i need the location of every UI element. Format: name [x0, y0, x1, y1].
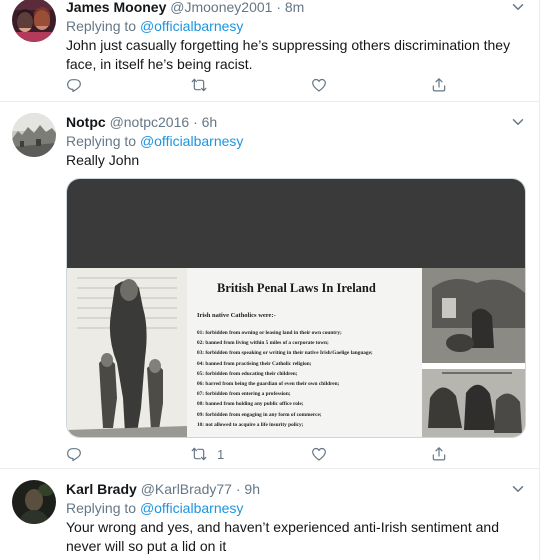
avatar[interactable]: [12, 0, 56, 42]
separator: ·: [235, 481, 241, 497]
chevron-down-icon[interactable]: [509, 113, 527, 131]
penal-laws-image: British Penal Laws In Ireland Irish nati…: [67, 268, 525, 437]
tweet-actions: 1: [66, 444, 456, 464]
list-item: 09: forbidden from engaging in any form …: [197, 411, 322, 418]
tweet-text: Really John: [66, 152, 140, 168]
reply-icon: [66, 446, 82, 462]
timestamp[interactable]: 6h: [202, 114, 218, 130]
list-item: 04: banned from practising their Catholi…: [197, 360, 312, 367]
replying-to-label: Replying to: [66, 18, 137, 34]
mention-link[interactable]: @officialbarnesy: [140, 18, 243, 34]
tweet[interactable]: Notpc @notpc2016 · 6h Replying to @offic…: [0, 102, 539, 469]
user-handle[interactable]: @Jmooney2001: [170, 0, 272, 15]
display-name[interactable]: Karl Brady: [66, 481, 137, 497]
separator: ·: [276, 0, 281, 15]
like-button[interactable]: [311, 75, 327, 95]
image-subtitle: Irish native Catholics were:-: [197, 312, 276, 319]
tweet[interactable]: James Mooney @Jmooney2001 · 8m Replying …: [0, 0, 539, 102]
retweet-count: 1: [217, 446, 225, 462]
like-button[interactable]: [311, 444, 327, 464]
timestamp[interactable]: 8m: [285, 0, 304, 15]
share-icon: [431, 77, 447, 93]
image-dark-band: [67, 179, 525, 268]
like-icon: [311, 446, 327, 462]
image-title: British Penal Laws In Ireland: [217, 281, 376, 295]
mention-link[interactable]: @officialbarnesy: [140, 133, 243, 149]
separator: ·: [193, 114, 198, 130]
timeline: James Mooney @Jmooney2001 · 8m Replying …: [0, 0, 540, 560]
chevron-down-icon[interactable]: [509, 0, 527, 16]
image-list: 01: forbidden from owning or leasing lan…: [197, 328, 373, 430]
like-icon: [311, 77, 327, 93]
list-item: 01: forbidden from owning or leasing lan…: [197, 330, 342, 336]
avatar[interactable]: [12, 113, 56, 157]
replying-to: Replying to @officialbarnesy: [66, 17, 527, 35]
replying-to: Replying to @officialbarnesy: [66, 499, 527, 517]
retweet-icon: [191, 77, 207, 93]
list-item: 06: barred from being the guardian of ev…: [197, 381, 340, 388]
famine-etching-image: [67, 268, 187, 437]
share-button[interactable]: [431, 444, 447, 464]
tweet-actions: [66, 75, 456, 95]
user-handle[interactable]: @notpc2016: [110, 114, 190, 130]
display-name[interactable]: Notpc: [66, 114, 106, 130]
timestamp[interactable]: 9h: [244, 481, 260, 497]
tweet-text: Your wrong and yes, and haven’t experien…: [66, 519, 499, 554]
list-item: 08: banned from holding any public offic…: [197, 401, 304, 408]
tweet[interactable]: Karl Brady @KarlBrady77 · 9h Replying to…: [0, 469, 539, 560]
retweet-button[interactable]: [191, 75, 217, 95]
list-item: 02: banned from living within 5 miles of…: [197, 340, 329, 347]
avatar[interactable]: [12, 480, 56, 524]
retweet-button[interactable]: 1: [191, 444, 224, 464]
tweet-text: John just casually forgetting he’s suppr…: [66, 37, 511, 72]
list-item: 03: forbidden from speaking or writing i…: [197, 350, 373, 357]
reply-button[interactable]: [66, 444, 82, 464]
list-item: 10: not allowed to acquire a life insuri…: [197, 421, 304, 428]
replying-to: Replying to @officialbarnesy: [66, 132, 527, 150]
tweet-image[interactable]: British Penal Laws In Ireland Irish nati…: [66, 178, 526, 438]
replying-to-label: Replying to: [66, 133, 137, 149]
display-name[interactable]: James Mooney: [66, 0, 166, 15]
replying-to-label: Replying to: [66, 500, 137, 516]
reply-button[interactable]: [66, 75, 82, 95]
chevron-down-icon[interactable]: [509, 480, 527, 498]
cottage-etching-image: [422, 268, 525, 437]
list-item: 05: forbidden from educating their child…: [197, 370, 298, 377]
retweet-icon: [191, 446, 207, 462]
reply-icon: [66, 77, 82, 93]
user-handle[interactable]: @KarlBrady77: [141, 481, 232, 497]
share-icon: [431, 446, 447, 462]
mention-link[interactable]: @officialbarnesy: [140, 500, 243, 516]
share-button[interactable]: [431, 75, 447, 95]
list-item: 07: forbidden from entering a profession…: [197, 391, 291, 398]
